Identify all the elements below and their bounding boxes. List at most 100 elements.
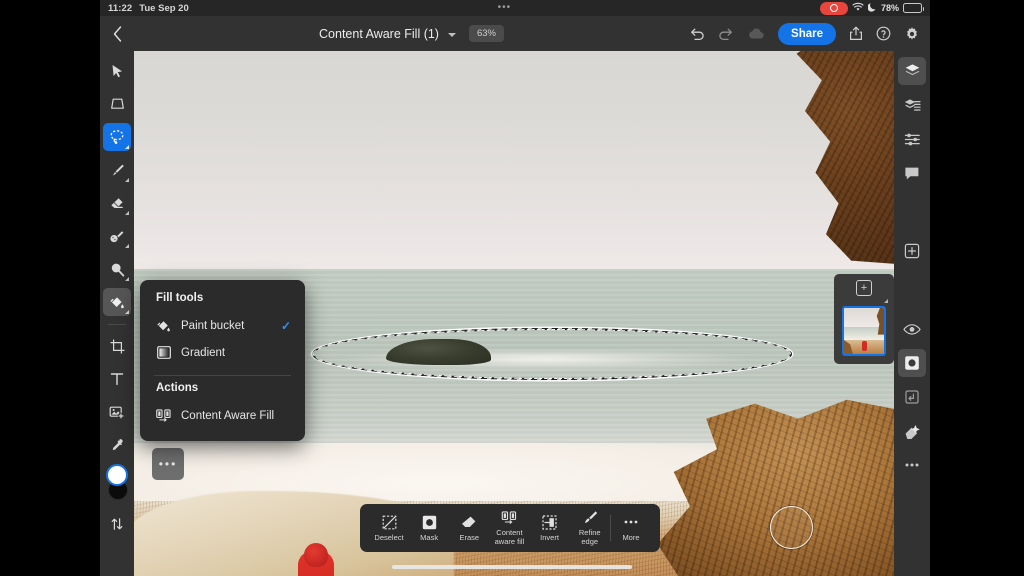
selection-action-bar: Deselect Mask Erase Content aware fill I	[360, 504, 660, 552]
ipad-photoshop-screen: 11:22 Tue Sep 20 ••• 78% Content Aware F…	[0, 0, 1024, 576]
menu-divider	[154, 375, 291, 376]
foreground-color-swatch[interactable]	[106, 464, 128, 486]
top-toolbar: Content Aware Fill (1) 63% Share	[100, 16, 930, 51]
fill-tools-popup-menu: Fill tools Paint bucket ✓ Gradient Actio…	[140, 280, 305, 441]
refine-edge-button[interactable]: Refine edge	[570, 510, 610, 546]
adjustments-button[interactable]	[898, 125, 926, 153]
status-bar-center: •••	[189, 3, 820, 13]
layers-panel-button[interactable]	[898, 57, 926, 85]
tool-options-corner-icon	[124, 177, 129, 182]
record-icon	[819, 1, 848, 15]
crop-tool[interactable]	[103, 332, 131, 360]
status-time: 11:22	[108, 2, 133, 14]
layer-properties-button[interactable]	[898, 91, 926, 119]
multitask-dots-icon[interactable]: •••	[498, 3, 512, 13]
gear-icon[interactable]	[904, 26, 920, 42]
toolbar-divider	[108, 324, 126, 325]
button-label: Mask	[420, 532, 439, 542]
tool-options-corner-icon	[124, 210, 129, 215]
thumb-person	[862, 341, 868, 352]
more-dots-icon	[623, 515, 639, 530]
layers-floating-panel[interactable]: +	[834, 274, 894, 364]
layer-mask-button[interactable]	[898, 349, 926, 377]
status-bar-right: 78%	[819, 1, 930, 15]
elliptical-marching-ants-selection[interactable]	[312, 328, 792, 380]
check-icon: ✓	[280, 318, 291, 333]
zoom-level-badge[interactable]: 63%	[468, 25, 504, 42]
cloud-icon[interactable]	[747, 28, 765, 40]
button-label: Refine edge	[578, 528, 601, 546]
top-toolbar-actions: Share	[689, 22, 930, 45]
device-bezel-left	[0, 0, 100, 576]
menu-item-label: Paint bucket	[181, 319, 245, 332]
invert-button[interactable]: Invert	[530, 514, 570, 542]
color-swatches[interactable]	[103, 464, 131, 504]
content-aware-fill-button[interactable]: Content aware fill	[489, 510, 529, 546]
add-image-tool[interactable]	[103, 398, 131, 426]
home-indicator[interactable]	[392, 565, 632, 569]
erase-button[interactable]: Erase	[449, 515, 489, 542]
menu-item-paint-bucket[interactable]: Paint bucket ✓	[140, 312, 305, 339]
mask-button[interactable]: Mask	[409, 515, 449, 542]
deselect-icon	[382, 515, 397, 530]
chevron-down-icon[interactable]	[447, 32, 456, 37]
device-bezel-right	[930, 0, 1024, 576]
layer-more-button[interactable]	[898, 451, 926, 479]
photo-person-hood	[304, 543, 328, 567]
blur-tool[interactable]	[103, 255, 131, 283]
fill-tool[interactable]	[103, 288, 131, 316]
mask-icon	[422, 515, 437, 530]
redo-icon[interactable]	[718, 27, 734, 41]
refine-edge-brush-icon	[582, 510, 598, 525]
actions-section-header: Actions	[156, 382, 199, 394]
eraser-tool[interactable]	[103, 189, 131, 217]
left-toolbar	[100, 51, 134, 576]
page-title: Content Aware Fill (1)	[319, 26, 439, 41]
photo-sky	[134, 51, 896, 269]
panel-resize-corner-icon	[884, 299, 888, 303]
gradient-icon	[156, 345, 171, 360]
button-label: Deselect	[374, 532, 404, 542]
move-tool[interactable]	[103, 57, 131, 85]
deselect-button[interactable]: Deselect	[369, 515, 409, 542]
battery-percent: 78%	[880, 3, 899, 13]
menu-item-content-aware-fill[interactable]: Content Aware Fill	[140, 402, 305, 429]
button-label: More	[622, 532, 640, 542]
add-layer-button[interactable]	[898, 237, 926, 265]
status-bar-left: 11:22 Tue Sep 20	[100, 3, 189, 14]
add-layer-button-panel[interactable]: +	[856, 280, 872, 296]
menu-item-label: Gradient	[181, 346, 226, 359]
comments-button[interactable]	[898, 159, 926, 187]
swap-arrows-icon[interactable]	[103, 510, 131, 538]
eyedropper-tool[interactable]	[103, 431, 131, 459]
help-icon[interactable]	[876, 26, 891, 41]
export-icon[interactable]	[849, 26, 863, 41]
button-label: Erase	[459, 532, 480, 542]
clipping-mask-button[interactable]	[898, 383, 926, 411]
invert-selection-icon	[542, 514, 557, 530]
tool-options-corner-icon	[124, 144, 129, 149]
back-button[interactable]	[100, 16, 134, 51]
text-tool[interactable]	[103, 365, 131, 393]
menu-item-gradient[interactable]: Gradient	[140, 339, 305, 366]
do-not-disturb-moon-icon	[867, 2, 877, 14]
transform-tool[interactable]	[103, 90, 131, 118]
battery-icon	[903, 3, 924, 13]
brush-tool[interactable]	[103, 156, 131, 184]
fill-tools-section-header: Fill tools	[156, 292, 204, 304]
tool-options-button[interactable]: •••	[152, 448, 184, 480]
smudge-tool[interactable]	[103, 222, 131, 250]
lasso-select-tool[interactable]	[103, 123, 131, 151]
more-button[interactable]: More	[611, 515, 651, 542]
document-title-area[interactable]: Content Aware Fill (1) 63%	[134, 25, 689, 42]
content-aware-fill-icon	[501, 510, 517, 525]
tool-options-corner-icon	[124, 276, 129, 281]
layer-thumbnail[interactable]	[842, 306, 886, 356]
layer-effects-button[interactable]	[898, 417, 926, 445]
undo-icon[interactable]	[689, 27, 705, 41]
paint-bucket-icon	[156, 318, 171, 333]
button-label: Content aware fill	[494, 528, 525, 546]
layer-visibility-button[interactable]	[898, 315, 926, 343]
share-button[interactable]: Share	[778, 22, 836, 45]
circular-brush-cursor	[770, 506, 813, 549]
